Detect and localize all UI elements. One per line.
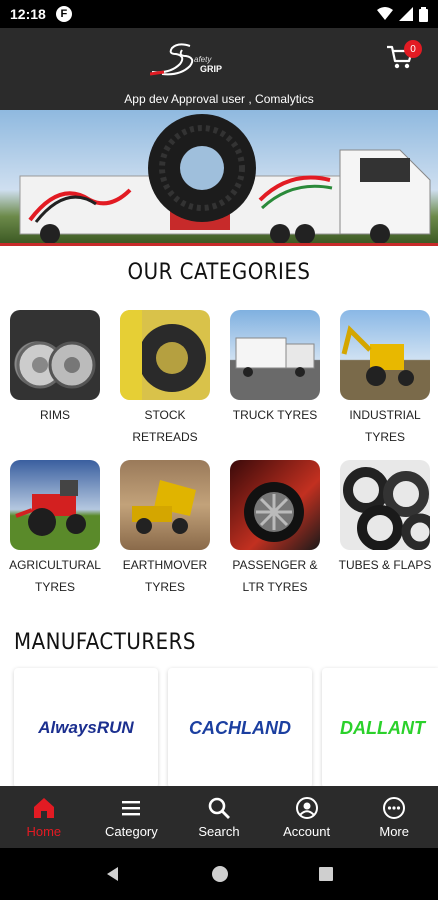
category-label: PASSENGER & LTR TYRES [232,558,318,594]
truck-image [230,310,320,400]
dump-truck-image [120,460,210,550]
system-navigation [0,848,438,900]
home-circle-icon[interactable] [211,865,229,883]
category-label: TUBES & FLAPS [338,558,432,572]
category-stock-retreads[interactable]: STOCK RETREADS [113,310,217,448]
menu-icon [122,800,141,815]
notification-app-icon: F [55,6,72,22]
nav-home[interactable]: Home [0,786,88,848]
truck-with-tyre-banner [19,114,431,243]
recents-icon[interactable] [318,866,334,882]
safety-grip-logo[interactable]: afety GRIP [150,42,230,78]
manufacturer-card[interactable]: CACHLAND [168,668,312,788]
category-label: STOCK RETREADS [132,408,198,444]
nav-label: Account [283,823,331,839]
rims-image [10,310,100,400]
bottom-navigation: Home Category Search Account More [0,786,438,848]
signal-icon [399,7,413,21]
nav-more[interactable]: More [350,786,438,848]
cart-count-badge: 0 [404,40,422,58]
promo-banner[interactable] [0,110,438,246]
home-icon [33,797,54,818]
manufacturer-logo: AlwaysRUN [38,718,134,737]
category-truck-tyres[interactable]: TRUCK TYRES [223,310,327,426]
nav-label: More [379,823,409,839]
category-label: TRUCK TYRES [232,408,318,422]
account-icon [295,796,318,819]
category-label: RIMS [40,408,70,422]
battery-icon [419,6,428,22]
nav-label: Category [105,823,158,839]
back-icon[interactable] [104,865,122,883]
more-icon [383,796,406,819]
wifi-icon [377,7,393,20]
manufacturers-title: MANUFACTURERS [14,630,196,655]
user-info-text: App dev Approval user , Comalytics [124,92,314,106]
status-icons [377,6,428,22]
categories-title: OUR CATEGORIES [127,260,311,285]
manufacturer-card[interactable]: DALLANT [322,668,438,788]
nav-label: Home [26,823,62,839]
category-industrial-tyres[interactable]: INDUSTRIAL TYRES [333,310,437,448]
svg-text:GRIP: GRIP [200,64,222,74]
category-agricultural-tyres[interactable]: AGRICULTURAL TYRES [3,460,107,598]
category-label: AGRICULTURAL TYRES [9,558,101,594]
tubes-image [340,460,430,550]
status-bar: 12:18 F [0,0,438,28]
category-earthmover-tyres[interactable]: EARTHMOVER TYRES [113,460,217,598]
manufacturer-logo: DALLANT [340,717,425,738]
category-label: EARTHMOVER TYRES [122,558,208,594]
nav-search[interactable]: Search [175,786,263,848]
category-tubes-flaps[interactable]: TUBES & FLAPS [333,460,437,576]
nav-category[interactable]: Category [88,786,176,848]
category-label: INDUSTRIAL TYRES [349,408,421,444]
nav-label: Search [198,823,240,839]
category-passenger-ltr-tyres[interactable]: PASSENGER & LTR TYRES [223,460,327,598]
manufacturer-card[interactable]: AlwaysRUN [14,668,158,788]
nav-account[interactable]: Account [263,786,351,848]
tractor-image [10,460,100,550]
manufacturer-logo: CACHLAND [189,717,291,738]
retreads-image [120,310,210,400]
backhoe-image [340,310,430,400]
svg-text:afety: afety [194,55,212,64]
status-time: 12:18 [10,6,46,22]
category-rims[interactable]: RIMS [3,310,107,426]
app-header: afety GRIP 0 App dev Approval user , Com… [0,28,438,110]
car-wheel-image [230,460,320,550]
search-icon [208,797,230,819]
